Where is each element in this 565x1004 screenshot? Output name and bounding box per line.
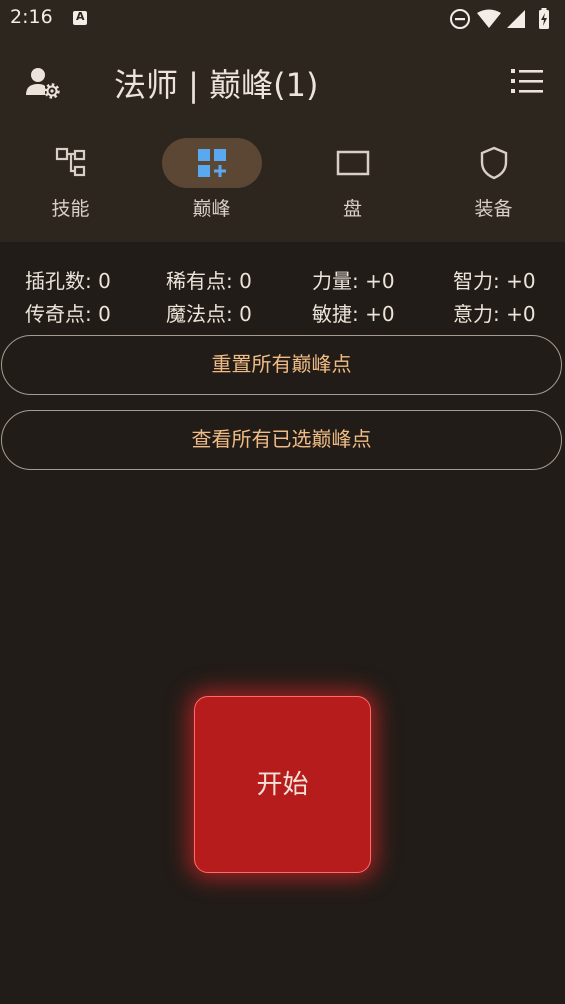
- user-settings-icon[interactable]: [26, 66, 62, 100]
- a-badge-text: A: [76, 10, 85, 23]
- do-not-disturb-icon: [450, 9, 470, 29]
- stat-magic: 魔法点: 0: [166, 302, 252, 326]
- stat-legendary: 传奇点: 0: [25, 302, 111, 326]
- view-selected-paragon-button[interactable]: 查看所有已选巅峰点: [1, 410, 562, 470]
- tab-label: 巅峰: [192, 198, 231, 220]
- dashboard-add-icon: [197, 149, 226, 177]
- list-menu-icon[interactable]: [511, 66, 543, 96]
- tab-board[interactable]: 盘: [282, 136, 423, 236]
- status-time: 2:16: [10, 6, 53, 28]
- tab-label: 技能: [51, 198, 90, 220]
- battery-icon: [539, 8, 549, 29]
- tab-bar: 技能 巅峰 盘 装备: [0, 136, 565, 236]
- accessibility-notification-icon: A: [73, 10, 87, 25]
- tab-label: 装备: [474, 198, 513, 220]
- tab-equipment[interactable]: 装备: [423, 136, 564, 236]
- tab-paragon[interactable]: 巅峰: [141, 136, 282, 236]
- stat-rare: 稀有点: 0: [166, 269, 252, 293]
- shield-icon: [480, 146, 507, 180]
- stat-strength: 力量: +0: [312, 269, 395, 293]
- status-bar: 2:16 A: [0, 0, 565, 38]
- page-title: 法师 | 巅峰(1): [114, 66, 319, 104]
- stat-willpower: 意力: +0: [453, 302, 536, 326]
- stat-dexterity: 敏捷: +0: [312, 302, 395, 326]
- wifi-icon: [477, 9, 501, 28]
- stats-panel: 插孔数: 0 稀有点: 0 力量: +0 智力: +0 传奇点: 0 魔法点: …: [0, 262, 565, 332]
- rectangle-icon: [336, 150, 369, 176]
- skill-tree-icon: [55, 147, 85, 177]
- stat-intelligence: 智力: +0: [453, 269, 536, 293]
- reset-all-paragon-button[interactable]: 重置所有巅峰点: [1, 335, 562, 395]
- tab-label: 盘: [342, 198, 362, 220]
- app-header: 法师 | 巅峰(1) 技能 巅峰 盘 装备: [0, 38, 565, 242]
- stat-socket: 插孔数: 0: [25, 269, 111, 293]
- tab-skills[interactable]: 技能: [0, 136, 141, 236]
- status-icons: [450, 8, 549, 29]
- start-button[interactable]: 开始: [194, 696, 371, 873]
- signal-icon: [507, 10, 525, 28]
